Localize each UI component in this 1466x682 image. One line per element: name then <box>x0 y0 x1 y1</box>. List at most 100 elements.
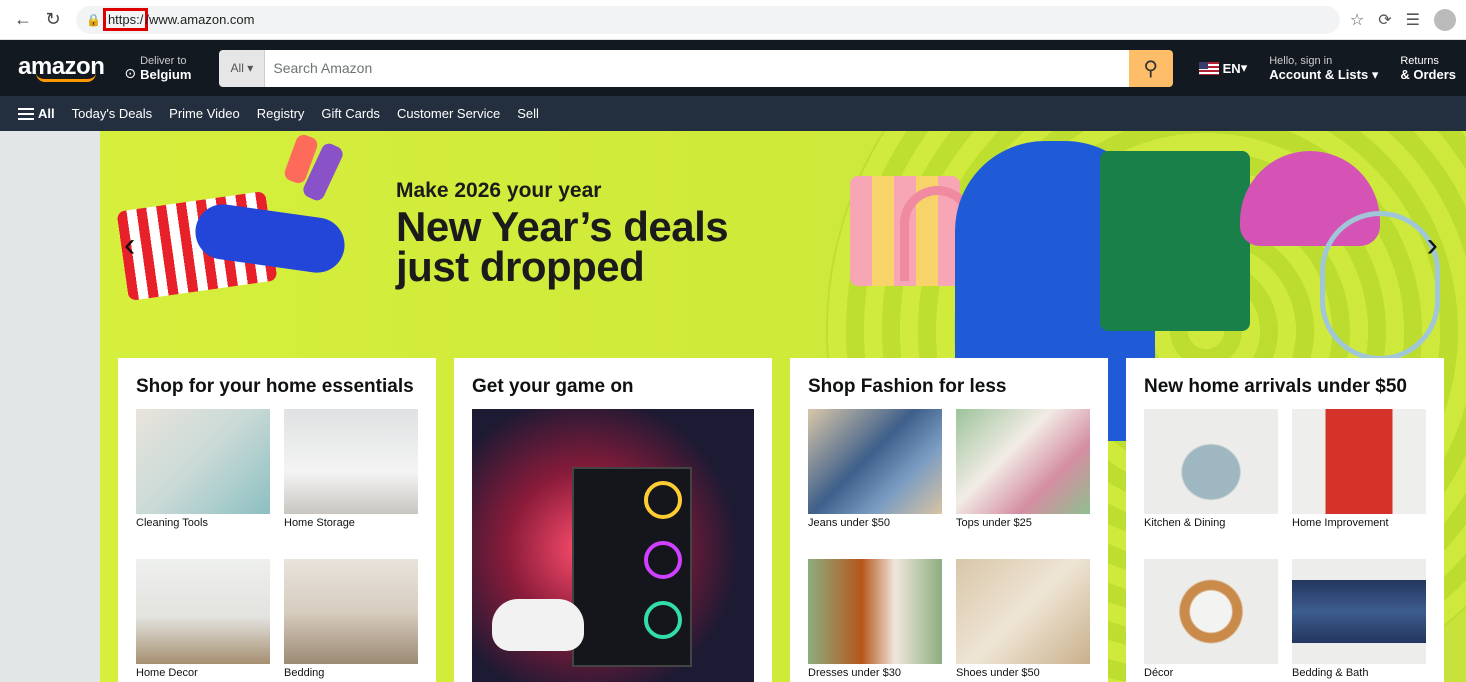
tile-image <box>1292 559 1426 664</box>
tile-label: Tops under $25 <box>956 517 1032 529</box>
address-bar[interactable]: 🔒 https://www.amazon.com <box>76 5 1340 34</box>
card-fashion: Shop Fashion for less Jeans under $50 To… <box>790 358 1108 682</box>
returns-label: Returns <box>1400 54 1439 67</box>
favorites-icon[interactable]: ☰ <box>1406 10 1420 30</box>
tile-label: Home Improvement <box>1292 517 1389 529</box>
tile-label: Cleaning Tools <box>136 517 208 529</box>
main-content: Make 2026 your year New Year’s deals jus… <box>0 131 1466 682</box>
card-title[interactable]: Shop Fashion for less <box>808 376 1090 398</box>
sub-navigation: All Today's Deals Prime Video Registry G… <box>0 96 1466 131</box>
tile-image <box>284 409 418 514</box>
favorite-star-icon[interactable]: ☆ <box>1350 10 1364 30</box>
hero-kicker: Make 2026 your year <box>396 179 602 202</box>
fan-image <box>644 541 682 579</box>
tile-kitchen-dining[interactable]: Kitchen & Dining <box>1144 409 1278 529</box>
card-title[interactable]: Shop for your home essentials <box>136 376 418 398</box>
controller-image <box>492 599 584 651</box>
chevron-down-icon: ▾ <box>1371 66 1379 82</box>
tile-home-improvement[interactable]: Home Improvement <box>1292 409 1426 529</box>
location-pin-icon: ⊙ <box>124 64 137 81</box>
search-icon: ⚲ <box>1143 57 1158 80</box>
shorts-image <box>1100 151 1250 331</box>
tile-image <box>136 409 270 514</box>
deliver-location: Belgium <box>140 66 192 82</box>
deliver-to-button[interactable]: ⊙ Deliver to Belgium <box>124 55 191 82</box>
search-input[interactable] <box>265 49 1129 87</box>
lock-icon[interactable]: 🔒 <box>86 13 101 27</box>
url-host: /www.amazon.com <box>145 12 255 27</box>
browser-toolbar: ← ↻ 🔒 https://www.amazon.com ☆ ⟳ ☰ <box>0 0 1466 40</box>
amazon-logo[interactable]: amazon <box>18 54 105 82</box>
tile-image <box>1144 409 1278 514</box>
tile-image <box>956 409 1090 514</box>
tile-image <box>808 559 942 664</box>
tile-label: Bedding <box>284 667 325 679</box>
tile-label: Home Decor <box>136 667 198 679</box>
carousel-prev-icon[interactable]: ‹ <box>124 226 135 265</box>
returns-orders-link[interactable]: Returns & Orders <box>1400 55 1456 82</box>
tile-cleaning-tools[interactable]: Cleaning Tools <box>136 409 270 529</box>
hero-headline-line1: New Year’s deals <box>396 203 729 250</box>
tile-label: Home Storage <box>284 517 355 529</box>
tile-label: Jeans under $50 <box>808 517 890 529</box>
tile-home-decor[interactable]: Home Decor <box>136 559 270 679</box>
language-label: EN <box>1222 60 1241 76</box>
all-menu-button[interactable]: All <box>18 105 55 123</box>
tile-image <box>956 559 1090 664</box>
tile-image <box>136 559 270 664</box>
hamburger-icon <box>18 105 34 123</box>
url-scheme: https:/ <box>102 8 149 31</box>
card-title[interactable]: New home arrivals under $50 <box>1144 376 1426 398</box>
card-row: Shop for your home essentials Cleaning T… <box>118 358 1444 682</box>
card-gaming: Get your game on <box>454 358 772 682</box>
tile-image <box>1292 409 1426 514</box>
nav-customer-service[interactable]: Customer Service <box>397 106 500 121</box>
nav-prime-video[interactable]: Prime Video <box>169 106 240 121</box>
tile-dresses[interactable]: Dresses under $30 <box>808 559 942 679</box>
nav-todays-deals[interactable]: Today's Deals <box>72 106 153 121</box>
us-flag-icon <box>1198 61 1219 75</box>
tile-shoes[interactable]: Shoes under $50 <box>956 559 1090 679</box>
deliver-label: Deliver to <box>140 54 187 67</box>
tile-bedding[interactable]: Bedding <box>284 559 418 679</box>
tile-bedding-bath[interactable]: Bedding & Bath <box>1292 559 1426 679</box>
tile-decor[interactable]: Décor <box>1144 559 1278 679</box>
tile-jeans[interactable]: Jeans under $50 <box>808 409 942 529</box>
card-home-arrivals: New home arrivals under $50 Kitchen & Di… <box>1126 358 1444 682</box>
gaming-pc-image[interactable] <box>472 409 754 682</box>
chevron-down-icon: ▾ <box>247 61 254 75</box>
chevron-down-icon: ▾ <box>1240 60 1248 75</box>
jump-rope-image <box>1320 211 1440 361</box>
search-button[interactable]: ⚲ <box>1128 49 1173 87</box>
tile-tops[interactable]: Tops under $25 <box>956 409 1090 529</box>
search-category-label: All <box>230 61 244 75</box>
tile-label: Shoes under $50 <box>956 667 1040 679</box>
back-icon[interactable]: ← <box>10 7 36 33</box>
all-menu-label: All <box>38 106 55 121</box>
tile-home-storage[interactable]: Home Storage <box>284 409 418 529</box>
tile-image <box>808 409 942 514</box>
reload-icon[interactable]: ↻ <box>40 7 66 33</box>
profile-avatar[interactable] <box>1434 8 1456 31</box>
tile-label: Décor <box>1144 667 1174 679</box>
account-label: Account & Lists <box>1269 66 1369 82</box>
card-title[interactable]: Get your game on <box>472 376 754 398</box>
fan-image <box>644 481 682 519</box>
hero-text: Make 2026 your year New Year’s deals jus… <box>396 179 729 290</box>
tile-label: Kitchen & Dining <box>1144 517 1226 529</box>
tile-image <box>1144 559 1278 664</box>
search-category-dropdown[interactable]: All ▾ <box>219 49 266 87</box>
language-selector[interactable]: EN ▾ <box>1198 60 1248 76</box>
extensions-icon[interactable]: ⟳ <box>1378 10 1391 30</box>
nav-gift-cards[interactable]: Gift Cards <box>321 106 380 121</box>
orders-label: & Orders <box>1400 66 1456 82</box>
account-menu[interactable]: Hello, sign in Account & Lists ▾ <box>1269 55 1378 82</box>
carousel-next-icon[interactable]: › <box>1427 226 1438 265</box>
tile-label: Bedding & Bath <box>1292 667 1369 679</box>
nav-sell[interactable]: Sell <box>517 106 539 121</box>
hero-headline-line2: just dropped <box>396 243 645 290</box>
fan-image <box>644 601 682 639</box>
nav-registry[interactable]: Registry <box>257 106 305 121</box>
card-home-essentials: Shop for your home essentials Cleaning T… <box>118 358 436 682</box>
account-greeting: Hello, sign in <box>1269 54 1333 67</box>
